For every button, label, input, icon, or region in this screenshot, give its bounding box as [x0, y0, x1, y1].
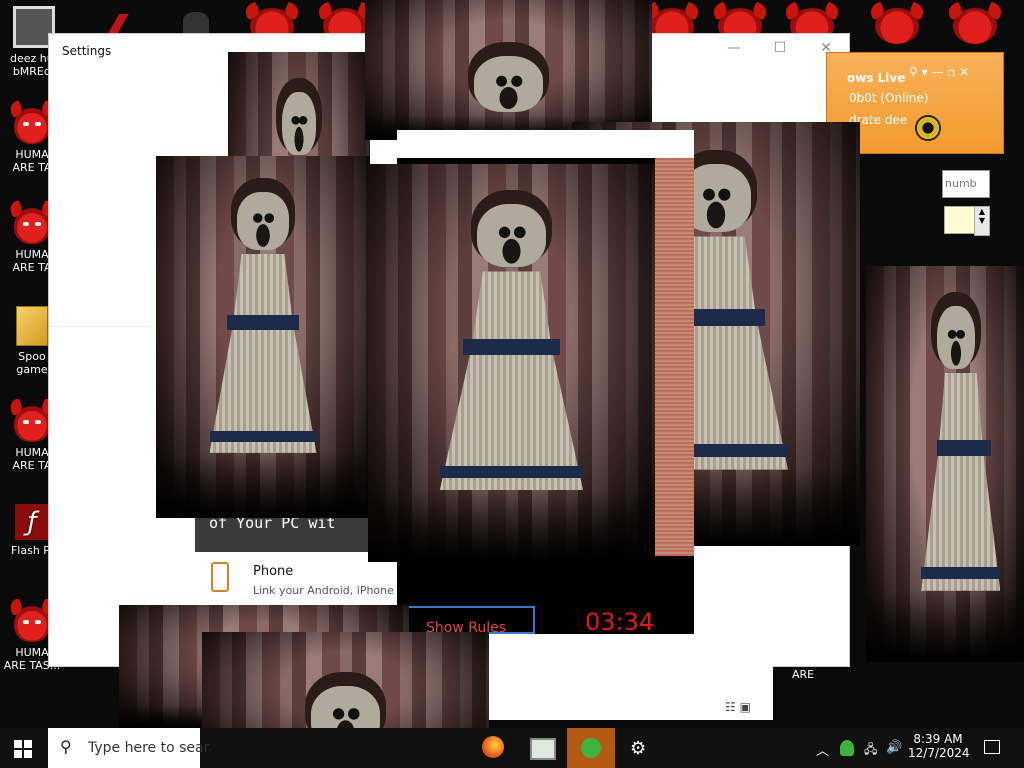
countdown-timer: 03:34 [585, 608, 655, 636]
messenger-status: 0b0t (Online) [849, 91, 929, 105]
demon-icon [14, 208, 50, 244]
messenger-icon [581, 738, 601, 758]
game-titlebar [397, 130, 694, 158]
notification-icon[interactable] [984, 740, 1000, 754]
firefox-icon[interactable] [482, 736, 504, 758]
app-icon[interactable] [530, 738, 556, 760]
search-box[interactable]: ⚲ Type here to sear [48, 728, 209, 768]
demon-icon [14, 606, 50, 642]
maximize-button[interactable]: ☐ [757, 40, 803, 56]
message-box[interactable] [944, 206, 976, 234]
phone-title: Phone [253, 564, 294, 579]
phone-icon [211, 562, 229, 592]
doll-image [866, 266, 1024, 662]
clock-time: 8:39 AM [913, 732, 963, 746]
doll-image [365, 0, 652, 140]
view-toggle[interactable]: ☷ ▣ [725, 700, 751, 714]
desktop-label: ARE [792, 668, 815, 681]
messenger-tray-icon[interactable] [840, 740, 854, 756]
phone-subtitle: Link your Android, iPhone [253, 584, 394, 597]
lower-window: ☷ ▣ [489, 666, 773, 720]
number-input[interactable]: numb [942, 170, 990, 198]
text-strip [655, 158, 694, 556]
network-icon[interactable]: 🖧 [864, 740, 877, 761]
search-placeholder: Type here to sear [88, 740, 210, 756]
messenger-taskbar-button[interactable] [567, 728, 615, 768]
flash-icon: ƒ [15, 504, 49, 540]
window-controls[interactable]: ⚲ ▾ — ▫ ✕ [909, 65, 969, 79]
demon-icon [875, 8, 919, 44]
messenger-title: ows Live [847, 71, 906, 85]
gear-icon[interactable]: ⚙ [630, 738, 646, 759]
demon-icon [953, 8, 997, 44]
window-title: Settings [62, 44, 112, 58]
minimize-button[interactable]: — [711, 40, 757, 56]
volume-icon[interactable]: 🔊 [886, 740, 902, 755]
search-icon: ⚲ [60, 737, 72, 756]
show-rules-button[interactable]: Show Rules [397, 606, 535, 636]
demon-icon [14, 108, 50, 144]
clock-date: 12/7/2024 [908, 746, 970, 760]
avatar [915, 115, 941, 141]
chevron-up-icon[interactable]: ︿ [816, 740, 829, 759]
doll-image [156, 156, 370, 518]
logo-icon [100, 14, 136, 34]
start-icon[interactable] [14, 740, 32, 758]
demon-icon [14, 406, 50, 442]
folder-icon [16, 306, 48, 346]
doll-image [368, 164, 655, 562]
clock[interactable]: 8:39 AM 12/7/2024 [908, 732, 970, 760]
scrollbar[interactable]: ▲ ▼ [974, 206, 990, 236]
phone-setting[interactable]: Phone Link your Android, iPhone [205, 560, 425, 604]
